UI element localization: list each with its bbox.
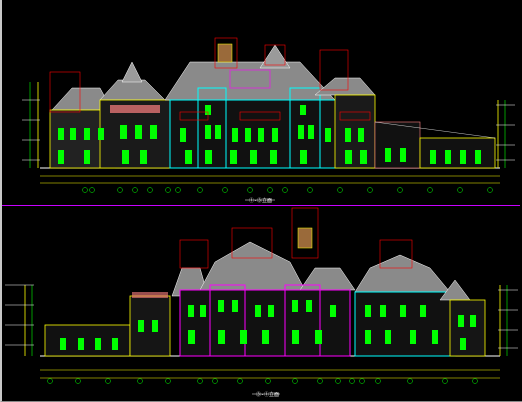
elevation-bottom [5, 207, 518, 395]
drawing-title-top: ①-③立面 [249, 198, 273, 204]
drawing-title-bottom: ③-①立面 [256, 392, 280, 398]
elevation-top [22, 37, 515, 201]
viewport-divider-line [2, 205, 520, 206]
